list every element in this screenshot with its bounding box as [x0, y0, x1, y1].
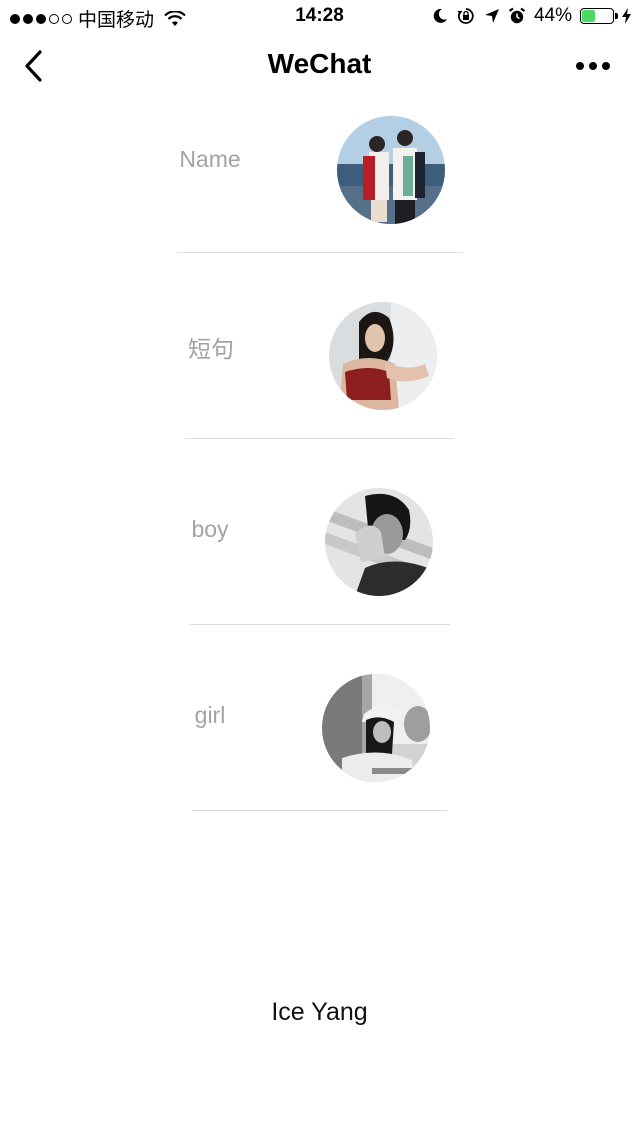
list-item-boy[interactable]: boy [189, 484, 450, 625]
avatar-girl-bw [322, 674, 430, 782]
status-bar: 中国移动 14:28 44% [0, 0, 639, 34]
battery-icon [580, 8, 618, 24]
avatar-boy-bw [325, 488, 433, 596]
list-item-name[interactable]: Name [177, 112, 463, 253]
divider [185, 438, 454, 439]
avatar-couple [337, 116, 445, 224]
divider [192, 810, 447, 811]
list-item-label: Name [179, 146, 241, 172]
alarm-icon [508, 7, 526, 24]
screen: 中国移动 14:28 44% WeChat Name 短句 boy girl I… [0, 0, 639, 1136]
status-right: 44% [432, 5, 631, 27]
battery-fill [582, 10, 595, 22]
charging-icon [622, 8, 631, 24]
avatar-woman-red [329, 302, 437, 410]
location-icon [484, 9, 499, 23]
rotation-lock-icon [457, 8, 474, 24]
moon-icon [433, 8, 447, 23]
footer-name: Ice Yang [271, 998, 368, 1026]
list-item-girl[interactable]: girl [192, 670, 447, 811]
divider [189, 624, 450, 625]
more-button[interactable] [569, 46, 617, 86]
list-item-label: boy [191, 516, 229, 542]
list-item-quotes[interactable]: 短句 [185, 298, 454, 439]
list-item-label: girl [194, 702, 226, 728]
more-dots-icon [576, 62, 584, 70]
nav-bar: WeChat [0, 34, 639, 98]
divider [177, 252, 463, 253]
battery-percent: 44% [533, 5, 572, 26]
page-title: WeChat [267, 48, 372, 79]
list-item-label: 短句 [188, 336, 234, 362]
